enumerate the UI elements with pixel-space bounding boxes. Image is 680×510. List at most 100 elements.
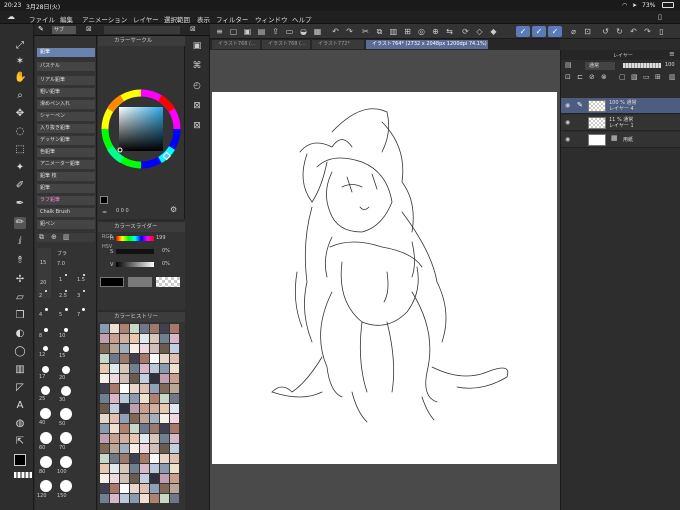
- color-history-swatch[interactable]: [130, 424, 139, 433]
- main-color-preview[interactable]: [100, 277, 124, 287]
- color-history-swatch[interactable]: [160, 484, 169, 493]
- color-history-swatch[interactable]: [110, 394, 119, 403]
- color-history-swatch[interactable]: [100, 394, 109, 403]
- color-history-swatch[interactable]: [120, 434, 129, 443]
- visibility-eye-icon[interactable]: ◉: [565, 102, 570, 109]
- decoration-icon[interactable]: ✢: [14, 274, 26, 286]
- color-history-swatch[interactable]: [110, 444, 119, 453]
- subtool-item-13[interactable]: Chalk Brush: [37, 208, 95, 217]
- color-history-swatch[interactable]: [130, 334, 139, 343]
- draft-icon[interactable]: ⊗: [601, 73, 607, 81]
- color-history-swatch[interactable]: [170, 494, 179, 503]
- smartphone-icon[interactable]: ▯: [656, 26, 667, 37]
- transform-icon[interactable]: ⊞: [402, 26, 413, 37]
- current-color-box[interactable]: [100, 196, 108, 204]
- color-history-swatch[interactable]: [170, 384, 179, 393]
- color-history-swatch[interactable]: [100, 344, 109, 353]
- color-history-swatch[interactable]: [170, 374, 179, 383]
- color-history-swatch[interactable]: [150, 364, 159, 373]
- tab-document-1[interactable]: イラスト768 (...: [212, 40, 260, 49]
- frame-icon[interactable]: ▥: [14, 364, 26, 376]
- color-history-swatch[interactable]: [120, 494, 129, 503]
- color-history-swatch[interactable]: [110, 324, 119, 333]
- color-history-swatch[interactable]: [170, 444, 179, 453]
- cut-icon[interactable]: ✂: [360, 26, 371, 37]
- flip-icon[interactable]: ⇆: [444, 26, 455, 37]
- color-history-swatch[interactable]: [140, 384, 149, 393]
- color-history-swatch[interactable]: [140, 454, 149, 463]
- transparent-color-icon[interactable]: [14, 472, 32, 478]
- save-icon[interactable]: ▣: [242, 26, 253, 37]
- color-history-swatch[interactable]: [120, 364, 129, 373]
- close-panel-icon-2[interactable]: ⊠: [191, 120, 203, 132]
- color-history-swatch[interactable]: [150, 484, 159, 493]
- layer-type-icon[interactable]: ▤: [565, 61, 572, 69]
- color-history-swatch[interactable]: [160, 364, 169, 373]
- subtool-item-12[interactable]: ラフ鉛筆: [37, 196, 95, 205]
- color-history-swatch[interactable]: [110, 474, 119, 483]
- subtool-item-0[interactable]: 鉛筆: [37, 48, 95, 57]
- redo-icon[interactable]: ↷: [344, 26, 355, 37]
- color-history-swatch[interactable]: [130, 384, 139, 393]
- color-history-swatch[interactable]: [150, 384, 159, 393]
- fill-icon[interactable]: ◆: [488, 26, 499, 37]
- menu-lines-icon[interactable]: ≡: [214, 26, 225, 37]
- color-history-swatch[interactable]: [160, 454, 169, 463]
- folder-icon[interactable]: ▭: [284, 26, 295, 37]
- subtool-item-5[interactable]: シャーペン: [37, 112, 95, 121]
- rotate-icon[interactable]: ⟳: [460, 26, 471, 37]
- color-history-swatch[interactable]: [110, 464, 119, 473]
- stabilizer-3-icon[interactable]: ✓: [548, 26, 562, 37]
- eyedropper-icon[interactable]: ✐: [14, 180, 26, 192]
- eraser-icon[interactable]: ▱: [14, 292, 26, 304]
- image-panel-icon[interactable]: ▣: [191, 40, 203, 52]
- drawing-canvas[interactable]: [212, 92, 557, 464]
- hue-slider[interactable]: [116, 236, 154, 241]
- color-history-swatch[interactable]: [110, 374, 119, 383]
- color-history-swatch[interactable]: [150, 324, 159, 333]
- main-color-swatch[interactable]: [14, 454, 26, 466]
- rotate-canvas-2-icon[interactable]: ↻: [614, 26, 625, 37]
- color-history-swatch[interactable]: [110, 384, 119, 393]
- color-history-swatch[interactable]: [100, 384, 109, 393]
- color-history-swatch[interactable]: [170, 334, 179, 343]
- color-history-swatch[interactable]: [120, 464, 129, 473]
- color-history-swatch[interactable]: [130, 494, 139, 503]
- subtool-item-6[interactable]: 入り抜き鉛筆: [37, 124, 95, 133]
- color-history-swatch[interactable]: [120, 384, 129, 393]
- pen-tool-icon[interactable]: ✒: [14, 198, 26, 210]
- color-history-swatch[interactable]: [170, 414, 179, 423]
- color-history-swatch[interactable]: [140, 444, 149, 453]
- quick-access-icon[interactable]: ▯: [658, 13, 662, 21]
- color-history-swatch[interactable]: [100, 354, 109, 363]
- color-history-swatch[interactable]: [170, 354, 179, 363]
- color-history-swatch[interactable]: [150, 494, 159, 503]
- subtool-item-2[interactable]: リアル鉛筆: [37, 76, 95, 85]
- add-subtool-icon[interactable]: ⊕: [51, 233, 57, 241]
- subtool-item-10[interactable]: 鉛筆 枝: [37, 172, 95, 181]
- rotate-canvas-icon[interactable]: ↺: [600, 26, 611, 37]
- color-wheel[interactable]: [100, 88, 182, 170]
- color-history-swatch[interactable]: [150, 404, 159, 413]
- subtool-item-7[interactable]: デッサン鉛筆: [37, 136, 95, 145]
- color-history-swatch[interactable]: [160, 394, 169, 403]
- color-history-swatch[interactable]: [140, 414, 149, 423]
- saturation-slider[interactable]: [116, 249, 154, 254]
- color-history-swatch[interactable]: [170, 484, 179, 493]
- panel-menu-icon[interactable]: ≡: [669, 50, 675, 58]
- color-history-swatch[interactable]: [120, 424, 129, 433]
- color-history-swatch[interactable]: [140, 404, 149, 413]
- lock-icon[interactable]: ⊡: [565, 73, 571, 81]
- color-history-swatch[interactable]: [120, 454, 129, 463]
- undo-2-icon[interactable]: ↶: [628, 26, 639, 37]
- copy-subtool-icon[interactable]: ⧉: [39, 233, 44, 242]
- color-history-swatch[interactable]: [150, 454, 159, 463]
- hand-tool-icon[interactable]: ✋: [14, 72, 26, 84]
- color-history-swatch[interactable]: [160, 494, 169, 503]
- color-history-swatch[interactable]: [140, 494, 149, 503]
- color-history-swatch[interactable]: [120, 474, 129, 483]
- figure-tool-icon[interactable]: ◯: [14, 346, 26, 358]
- menu-help[interactable]: ヘルプ: [292, 14, 312, 24]
- color-history-swatch[interactable]: [100, 324, 109, 333]
- sub-color-preview[interactable]: [128, 277, 152, 287]
